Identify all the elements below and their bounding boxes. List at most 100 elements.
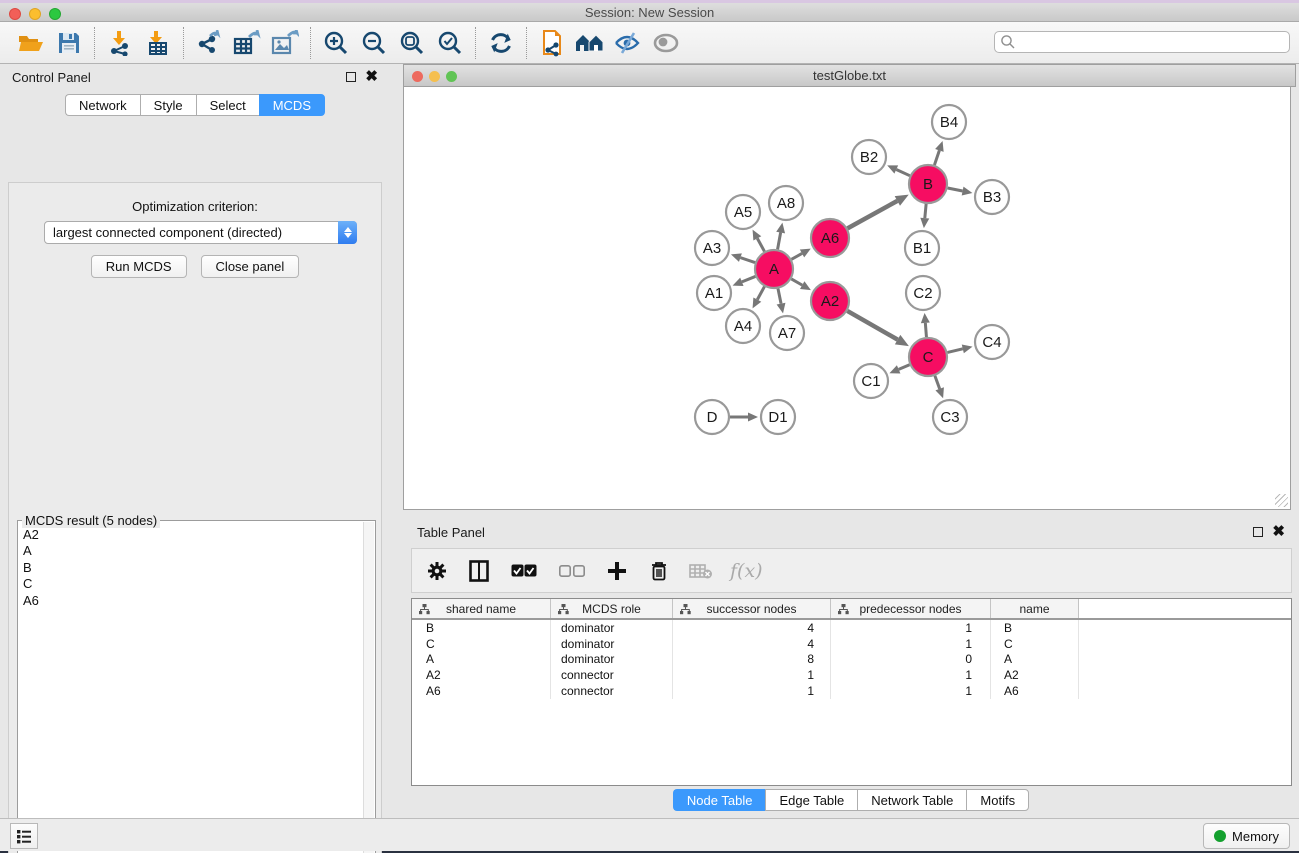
run-mcds-button[interactable]: Run MCDS (91, 255, 187, 278)
open-session-button[interactable] (14, 26, 48, 60)
function-builder-button[interactable]: f(x) (730, 560, 763, 582)
zoom-selected-button[interactable] (433, 26, 467, 60)
maximize-window-button[interactable] (49, 8, 61, 20)
close-table-panel-icon[interactable]: ✖ (1272, 527, 1285, 537)
optimization-criterion-dropdown[interactable]: largest connected component (directed) (44, 221, 357, 244)
minimize-window-button[interactable] (29, 8, 41, 20)
close-window-button[interactable] (9, 8, 21, 20)
tab-motifs[interactable]: Motifs (966, 789, 1029, 811)
export-table-button[interactable] (230, 26, 264, 60)
result-item[interactable]: A6 (23, 593, 365, 609)
float-panel-icon[interactable] (346, 72, 356, 82)
result-item[interactable]: A2 (23, 527, 365, 543)
result-scrollbar[interactable] (363, 522, 374, 853)
table-cell[interactable]: A (412, 652, 551, 668)
table-cell[interactable]: 1 (831, 636, 991, 652)
resize-grip-icon[interactable] (1275, 494, 1288, 507)
table-cell[interactable]: 1 (831, 683, 991, 699)
table-cell[interactable]: 1 (673, 667, 831, 683)
graph-edge[interactable] (742, 276, 756, 281)
tab-network-table[interactable]: Network Table (857, 789, 966, 811)
delete-table-button[interactable] (688, 558, 714, 584)
search-input[interactable] (1016, 33, 1289, 51)
unselect-all-columns-button[interactable] (556, 558, 588, 584)
table-row[interactable]: A2connector11A2 (412, 667, 1291, 683)
network-window-titlebar[interactable]: testGlobe.txt (403, 64, 1296, 87)
graph-edge[interactable] (791, 279, 802, 285)
import-network-button[interactable] (103, 26, 137, 60)
table-cell[interactable]: dominator (551, 652, 673, 668)
graph-edge[interactable] (899, 365, 910, 370)
create-column-button[interactable] (604, 558, 630, 584)
graph-edge[interactable] (948, 188, 963, 191)
zoom-fit-button[interactable] (395, 26, 429, 60)
hide-graphics-details-button[interactable] (611, 26, 645, 60)
table-cell[interactable]: A2 (991, 667, 1079, 683)
table-cell[interactable]: A6 (412, 683, 551, 699)
tab-mcds[interactable]: MCDS (259, 94, 325, 116)
show-graphics-details-button[interactable] (649, 26, 683, 60)
table-row[interactable]: Adominator80A (412, 652, 1291, 668)
new-network-from-selection-button[interactable] (535, 26, 569, 60)
graph-edge[interactable] (947, 349, 962, 353)
graph-edge[interactable] (757, 238, 764, 251)
network-close-button[interactable] (412, 71, 423, 82)
table-settings-button[interactable] (424, 558, 450, 584)
graph-edge[interactable] (896, 169, 910, 175)
table-cell[interactable]: 0 (831, 652, 991, 668)
table-cell[interactable]: dominator (551, 636, 673, 652)
network-minimize-button[interactable] (429, 71, 440, 82)
graph-edge[interactable] (778, 233, 781, 250)
table-cell[interactable]: A (991, 652, 1079, 668)
search-box[interactable] (994, 31, 1290, 53)
column-header-MCDS-role[interactable]: MCDS role (551, 599, 673, 618)
refresh-button[interactable] (484, 26, 518, 60)
zoom-out-button[interactable] (357, 26, 391, 60)
result-item[interactable]: A (23, 543, 365, 559)
table-cell[interactable]: B (412, 620, 551, 636)
show-columns-button[interactable] (466, 558, 492, 584)
table-row[interactable]: Bdominator41B (412, 620, 1291, 636)
close-panel-button[interactable]: Close panel (201, 255, 300, 278)
graph-edge[interactable] (757, 287, 764, 300)
delete-column-button[interactable] (646, 558, 672, 584)
graph-edge[interactable] (848, 201, 898, 228)
table-cell[interactable]: 4 (673, 636, 831, 652)
column-header-successor-nodes[interactable]: successor nodes (673, 599, 831, 618)
traffic-lights[interactable] (9, 8, 61, 20)
graph-edge[interactable] (847, 311, 897, 340)
import-table-button[interactable] (141, 26, 175, 60)
table-cell[interactable]: A6 (991, 683, 1079, 699)
select-all-columns-button[interactable] (508, 558, 540, 584)
network-canvas[interactable]: B4B2BB3A8A5A6A3B1AA1C2A2A4A7C4CC1DD1C3 (403, 87, 1291, 510)
memory-button[interactable]: Memory (1203, 823, 1290, 849)
graph-edge[interactable] (740, 258, 755, 263)
table-cell[interactable]: connector (551, 667, 673, 683)
table-cell[interactable]: C (991, 636, 1079, 652)
table-cell[interactable]: A2 (412, 667, 551, 683)
table-cell[interactable]: 1 (831, 667, 991, 683)
table-cell[interactable]: B (991, 620, 1079, 636)
graph-edge[interactable] (925, 204, 926, 218)
save-session-button[interactable] (52, 26, 86, 60)
graph-edge[interactable] (935, 376, 940, 389)
table-row[interactable]: A6connector11A6 (412, 683, 1291, 699)
tab-style[interactable]: Style (140, 94, 196, 116)
table-cell[interactable]: dominator (551, 620, 673, 636)
tab-network[interactable]: Network (65, 94, 140, 116)
table-row[interactable]: Cdominator41C (412, 636, 1291, 652)
table-cell[interactable]: 8 (673, 652, 831, 668)
graph-edge[interactable] (934, 150, 939, 165)
mcds-result-list[interactable]: A2ABCA6 (19, 527, 365, 853)
tab-select[interactable]: Select (196, 94, 259, 116)
export-network-button[interactable] (192, 26, 226, 60)
network-graph[interactable]: B4B2BB3A8A5A6A3B1AA1C2A2A4A7C4CC1DD1C3 (404, 87, 1290, 508)
table-cell[interactable]: 1 (673, 683, 831, 699)
graph-edge[interactable] (791, 253, 802, 259)
graph-edge[interactable] (778, 289, 781, 304)
column-header-predecessor-nodes[interactable]: predecessor nodes (831, 599, 991, 618)
close-panel-icon[interactable]: ✖ (365, 72, 378, 82)
column-header-shared-name[interactable]: shared name (412, 599, 551, 618)
tab-node-table[interactable]: Node Table (673, 789, 766, 811)
show-task-history-button[interactable] (10, 823, 38, 849)
